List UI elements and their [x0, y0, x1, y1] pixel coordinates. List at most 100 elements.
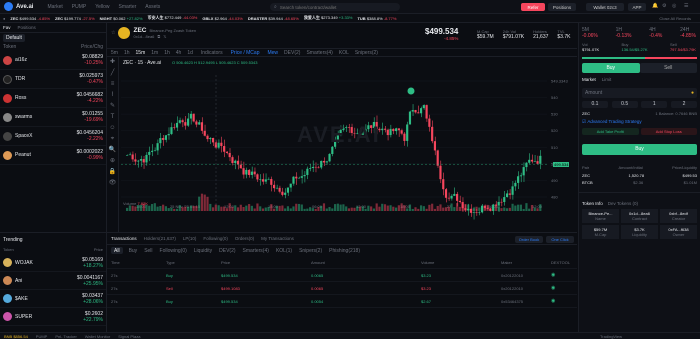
buy-tab[interactable]: Buy [582, 62, 640, 73]
ticker-item[interactable]: TUB $388.8% -8.77% [357, 16, 396, 21]
price-mcap-toggle[interactable]: Price / MCap [231, 50, 260, 56]
search-input[interactable] [279, 4, 390, 10]
interval-1h[interactable]: 1h [164, 50, 170, 56]
bottom-tradingview[interactable]: TradingView [600, 334, 622, 339]
ticker-item[interactable]: NIGHT $0.062 +27.82% [100, 16, 143, 21]
filter-liquidity[interactable]: Liquidity [194, 248, 212, 254]
interval-15m[interactable]: 15m [136, 50, 146, 56]
tab-positions[interactable]: Positions [18, 25, 36, 30]
filter-buy[interactable]: Buy [129, 248, 138, 254]
tab-lp[interactable]: LP(10) [183, 236, 197, 241]
list-item[interactable]: SpaceX $0.0456204 -2.22% [0, 127, 106, 146]
filter-following[interactable]: Following(0) [160, 248, 187, 254]
nav-pump[interactable]: PUMP [72, 4, 86, 10]
price-chart[interactable]: ✚ ╱ ≡ ⌇ ✎ T ☺ ⌖ 🔍 ⊕ 🔒 👁 ZEC · 15 · Ave.ai O 506.462… [107, 57, 577, 232]
tab-my-transactions[interactable]: My Transactions [261, 236, 294, 241]
filter-all[interactable]: All [111, 247, 123, 254]
table-row[interactable]: 27s Buy $499.534 0.0065 $3.23 0x20122010… [107, 269, 577, 282]
bottom-pump[interactable]: PUMP [36, 334, 48, 339]
take-profit-button[interactable]: Add Take Profit [582, 128, 639, 135]
interval-1d[interactable]: 1d [187, 50, 193, 56]
tab-fav[interactable]: Fav [3, 25, 11, 30]
period-5m[interactable]: 5M -0.06% [582, 27, 598, 39]
table-row[interactable]: 27s Buy $499.534 0.0054 $2.67 0x53464375… [107, 295, 577, 308]
ticker-item[interactable]: GBLX $2.964 -44.03% [202, 16, 243, 21]
ticker-item[interactable]: ZEC $199.774 -27.5% [55, 16, 95, 21]
settings-icon[interactable]: ⚙ [662, 3, 666, 9]
quick-amount-button[interactable]: 2 [670, 100, 697, 108]
table-row[interactable]: ZEC 1,520.78 $499.53 [579, 172, 700, 179]
advanced-strategy-toggle[interactable]: ☑ Advanced Trading Strategy [582, 119, 697, 125]
token-address[interactable]: 0x1d...8ea6 [133, 34, 154, 39]
tab-following[interactable]: Following(0) [203, 236, 228, 241]
bottom-pnl-tracker[interactable]: PnL Tracker [55, 334, 76, 339]
indicators-button[interactable]: Indicators [201, 50, 223, 56]
filter-mew[interactable]: Mew [267, 50, 278, 56]
info-cell-contract[interactable]: 0x1d...8ea6 Contract [621, 208, 658, 223]
filter-kol[interactable]: KOL [339, 50, 349, 56]
period-4h[interactable]: 4H -0.4% [649, 27, 662, 39]
filter-snipers[interactable]: Snipers(2) [299, 248, 322, 254]
notification-icon[interactable]: 🔔 [652, 3, 658, 9]
quick-amount-button[interactable]: 0.5 [611, 100, 638, 108]
bottom-wallet-monitor[interactable]: Wallet Monitor [85, 334, 110, 339]
wallet-button[interactable]: Wallet 02c3 [586, 3, 624, 11]
default-group-chip[interactable]: Default [3, 34, 25, 42]
table-row[interactable]: 27s Sell $499.1083 0.0065 $3.23 0x201220… [107, 282, 577, 295]
ticker-item[interactable]: DRASTER $39.944 -48.65% [248, 16, 299, 21]
token-info-tab[interactable]: Token Info [582, 201, 603, 206]
period-1h[interactable]: 1H -0.13% [616, 27, 632, 39]
filter-kol[interactable]: KOL(1) [276, 248, 292, 254]
list-item[interactable]: Peanut $0.0002022 -0.99% [0, 146, 106, 165]
dextool-icon[interactable]: ◉ [551, 298, 576, 304]
nav-market[interactable]: Market [47, 4, 62, 10]
tab-market[interactable]: Market [582, 77, 596, 82]
copy-icon[interactable]: ⧉ [157, 34, 160, 39]
dextool-icon[interactable]: ◉ [551, 285, 576, 291]
ticker-close-all[interactable]: Close All Records [659, 16, 691, 21]
bottom-signal-plaza[interactable]: Signal Plaza [118, 334, 140, 339]
nav-yellow[interactable]: Yellow [95, 4, 109, 10]
app-button[interactable]: APP [628, 3, 646, 11]
order-book-button[interactable]: Order Book [515, 236, 543, 243]
filter-phishing[interactable]: Phishing(218) [329, 248, 360, 254]
globe-icon[interactable]: ◎ [672, 3, 676, 9]
interval-1m[interactable]: 1m [151, 50, 158, 56]
tab-orders[interactable]: Orders(0) [235, 236, 254, 241]
nav-smarter[interactable]: Smarter [118, 4, 136, 10]
positions-button[interactable]: Positions [548, 3, 576, 11]
filter-sell[interactable]: Sell [144, 248, 152, 254]
tab-limit[interactable]: Limit [602, 77, 612, 82]
amount-input[interactable]: Amount ● [582, 87, 697, 98]
filter-snipers[interactable]: Snipers(2) [355, 50, 378, 56]
list-item[interactable]: WOJAK $0.05169 +18.27% [0, 254, 106, 272]
profile-icon[interactable]: ☰ [684, 3, 688, 9]
period-24h[interactable]: 24H -4.85% [680, 27, 696, 39]
info-cell-owner[interactable]: 0xFA...f638 Owner [660, 224, 697, 239]
col-price[interactable]: Price/Chg [81, 44, 103, 50]
favorite-star-icon[interactable]: ☆ [111, 30, 115, 36]
twitter-icon[interactable]: 𝕏 [163, 34, 166, 39]
quick-amount-button[interactable]: 1 [641, 100, 668, 108]
search-box[interactable]: ⌕ [270, 3, 400, 11]
sell-tab[interactable]: Sell [639, 62, 697, 73]
nav-assets[interactable]: Assets [145, 4, 160, 10]
table-row[interactable]: BTCB $2.36 $1.01M [579, 179, 700, 186]
list-item[interactable]: TDR $0.025973 -0.47% [0, 70, 106, 89]
tab-transactions[interactable]: Transactions [111, 236, 137, 241]
list-item[interactable]: Ani $0.0041167 +25.95% [0, 272, 106, 290]
one-click-button[interactable]: One Click [546, 236, 574, 243]
list-item[interactable]: Ross $0.0456682 -4.22% [0, 89, 106, 108]
bnb-price[interactable]: BNB $856.54 [4, 334, 28, 339]
ticker-item[interactable]: 币安人生 $772.449 -44.03% [148, 15, 198, 21]
stop-loss-button[interactable]: Add Stop Loss [640, 128, 697, 135]
logo[interactable]: Ave.ai [4, 2, 33, 11]
filter-smarters[interactable]: Smarters(4) [243, 248, 269, 254]
interval-4h[interactable]: 4h [176, 50, 182, 56]
info-cell-creator[interactable]: 0xbf...8edf Creator [660, 208, 697, 223]
dev-tokens-tab[interactable]: Dev Tokens (0) [608, 201, 638, 206]
filter-dev[interactable]: DEV(2) [284, 50, 300, 56]
list-item[interactable]: SUPER $0.2602 +22.79% [0, 308, 106, 326]
list-item[interactable]: ai16z $0.08829 -10.25% [0, 51, 106, 70]
buy-submit-button[interactable]: Buy [582, 143, 697, 155]
